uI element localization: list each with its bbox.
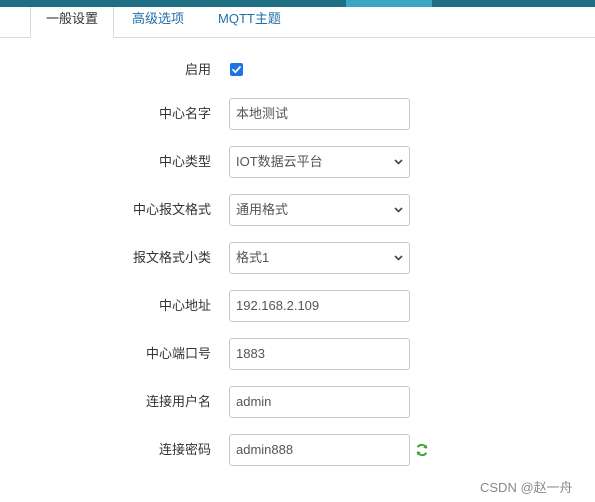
password-input[interactable]: admin888 <box>229 434 410 466</box>
center-name-label: 中心名字 <box>158 106 211 121</box>
tab-mqtt-topics[interactable]: MQTT主题 <box>218 7 281 37</box>
form-row-format-subtype: 报文格式小类 格式1 <box>0 242 595 274</box>
username-label: 连接用户名 <box>145 394 211 409</box>
top-nav-active-item[interactable] <box>346 0 432 7</box>
form-row-center-type: 中心类型 IOT数据云平台 <box>0 146 595 178</box>
enable-label: 启用 <box>184 62 211 77</box>
form-row-center-port: 中心端口号 1883 <box>0 338 595 370</box>
center-type-label: 中心类型 <box>158 154 211 169</box>
form-row-password: 连接密码 admin888 <box>0 434 595 466</box>
center-name-value: 本地测试 <box>236 106 289 121</box>
tab-bar: 一般设置 高级选项 MQTT主题 <box>0 7 595 38</box>
form-row-username: 连接用户名 admin <box>0 386 595 418</box>
report-format-value: 通用格式 <box>236 202 289 217</box>
username-value: admin <box>236 394 272 409</box>
center-type-value: IOT数据云平台 <box>236 154 323 169</box>
top-navigation-bar <box>0 0 595 7</box>
report-format-select[interactable]: 通用格式 <box>229 194 410 226</box>
enable-checkbox[interactable] <box>230 63 243 76</box>
format-subtype-label: 报文格式小类 <box>132 250 211 265</box>
chevron-down-icon <box>394 255 403 261</box>
password-value: admin888 <box>236 442 294 457</box>
center-address-input[interactable]: 192.168.2.109 <box>229 290 410 322</box>
center-address-value: 192.168.2.109 <box>236 298 320 313</box>
center-port-value: 1883 <box>236 346 265 361</box>
center-port-label: 中心端口号 <box>145 346 211 361</box>
report-format-label: 中心报文格式 <box>132 202 211 217</box>
center-name-input[interactable]: 本地测试 <box>229 98 410 130</box>
chevron-down-icon <box>394 159 403 165</box>
center-address-label: 中心地址 <box>158 298 211 313</box>
form-row-center-name: 中心名字 本地测试 <box>0 98 595 130</box>
refresh-icon[interactable] <box>415 443 429 457</box>
watermark: CSDN @赵一舟 <box>480 480 573 495</box>
form-row-center-address: 中心地址 192.168.2.109 <box>0 290 595 322</box>
format-subtype-value: 格式1 <box>236 250 270 265</box>
chevron-down-icon <box>394 207 403 213</box>
password-label: 连接密码 <box>158 442 211 457</box>
tab-advanced-options[interactable]: 高级选项 <box>132 7 184 37</box>
check-icon <box>232 66 241 74</box>
tab-general-settings[interactable]: 一般设置 <box>30 7 114 38</box>
format-subtype-select[interactable]: 格式1 <box>229 242 410 274</box>
username-input[interactable]: admin <box>229 386 410 418</box>
center-port-input[interactable]: 1883 <box>229 338 410 370</box>
form-row-report-format: 中心报文格式 通用格式 <box>0 194 595 226</box>
center-type-select[interactable]: IOT数据云平台 <box>229 146 410 178</box>
form-row-enable: 启用 <box>0 54 595 86</box>
